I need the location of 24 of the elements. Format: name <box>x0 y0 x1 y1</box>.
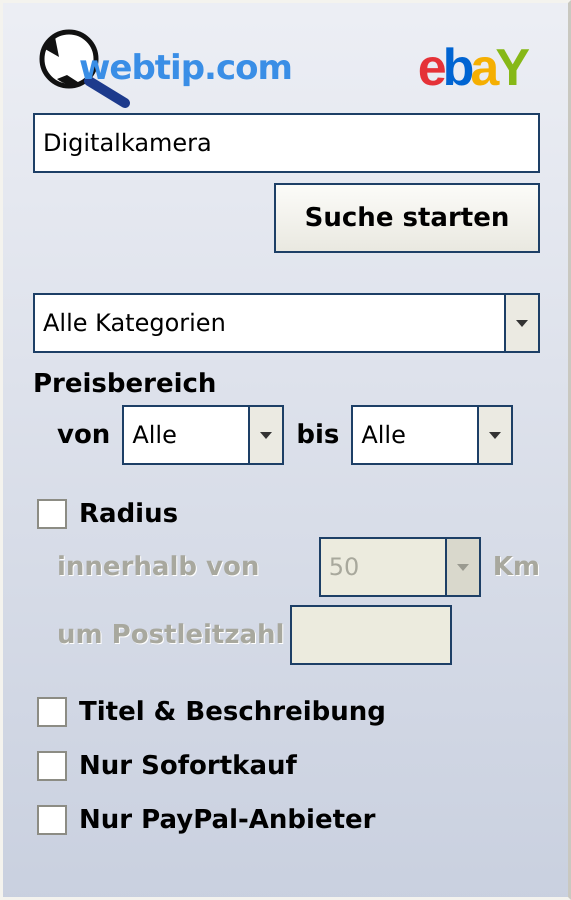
caret-icon <box>489 432 502 438</box>
checkbox[interactable] <box>37 751 67 781</box>
search-field[interactable]: Digitalkamera <box>33 113 540 173</box>
from-label: von <box>57 420 110 450</box>
price-to-dropdown[interactable]: Alle <box>351 405 514 465</box>
ebay-logo: ebaY <box>418 38 526 98</box>
option-label: Nur PayPal-Anbieter <box>79 805 376 835</box>
search-button[interactable]: Suche starten <box>274 183 540 253</box>
price-from-dropdown[interactable]: Alle <box>122 405 284 465</box>
checkbox[interactable] <box>37 697 67 727</box>
option-label: Titel & Beschreibung <box>79 697 386 727</box>
caret-icon <box>516 320 528 326</box>
unit-label: Km <box>492 552 540 582</box>
to-label: bis <box>296 420 340 450</box>
caret-icon <box>456 564 469 570</box>
category-dropdown[interactable]: Alle Kategorien <box>33 293 540 353</box>
zip-label: um Postleitzahl <box>57 620 284 650</box>
radius-label: Radius <box>79 499 178 529</box>
caret-icon <box>260 432 272 438</box>
zip-field[interactable] <box>290 605 452 665</box>
option-label: Nur Sofortkauf <box>79 751 297 781</box>
within-label: innerhalb von <box>57 552 260 582</box>
price-range-label: Preisbereich <box>33 369 218 399</box>
checkbox[interactable] <box>37 805 67 835</box>
